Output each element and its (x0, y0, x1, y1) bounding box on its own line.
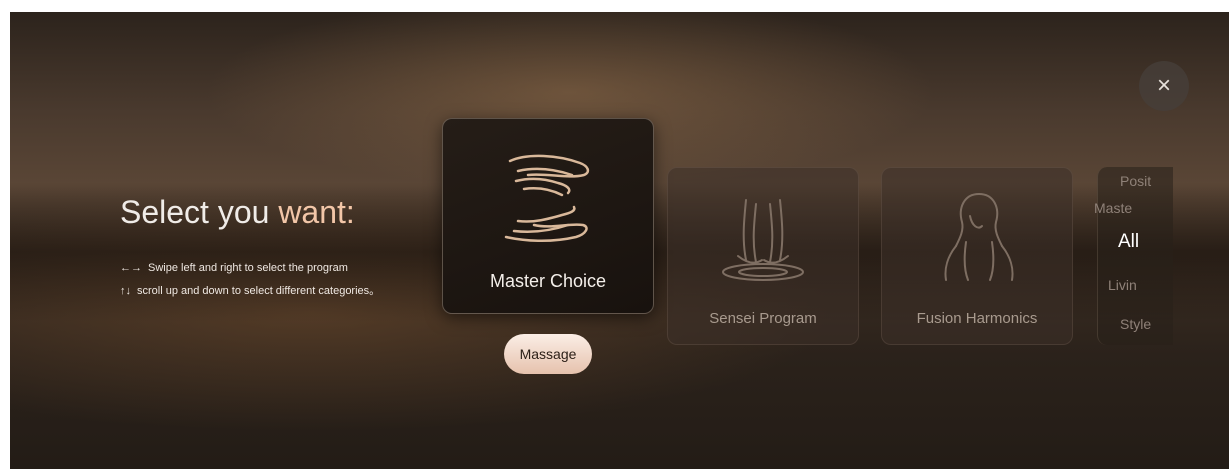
close-button[interactable]: × (1139, 61, 1189, 111)
woman-silhouette-icon (944, 193, 1014, 281)
card-label: Master Choice (489, 271, 607, 291)
up-down-arrows-icon: ↑↓ (120, 285, 131, 297)
hint-swipe-text: Swipe left and right to select the progr… (148, 262, 348, 274)
picker-item-posit[interactable]: Posit (1120, 173, 1151, 189)
background-scene: × Select you want: ←→ Swipe left and righ… (10, 12, 1229, 469)
picker-item-maste[interactable]: Maste (1094, 200, 1132, 216)
hands-icon (504, 154, 590, 243)
program-card-sensei-program[interactable]: Sensei Program (667, 167, 859, 345)
hint-swipe: ←→ Swipe left and right to select the pro… (120, 262, 348, 274)
feet-water-icon (722, 199, 804, 281)
close-icon: × (1156, 72, 1171, 99)
program-card-fusion-harmonics[interactable]: Fusion Harmonics (881, 167, 1073, 345)
title-main: Select you (120, 194, 279, 230)
card-label: Sensei Program (709, 310, 817, 327)
hint-scroll: ↑↓ scroll up and down to select different… (120, 282, 380, 298)
title-accent: want (278, 194, 346, 230)
picker-item-livin[interactable]: Livin (1108, 277, 1137, 293)
category-picker[interactable]: Posit Maste All Livin Style (1094, 167, 1173, 345)
page-title: Select you want: (120, 194, 355, 231)
picker-item-style[interactable]: Style (1120, 316, 1151, 332)
left-right-arrows-icon: ←→ (120, 262, 142, 274)
card-label: Fusion Harmonics (916, 310, 1038, 327)
category-chip-massage[interactable]: Massage (504, 334, 592, 374)
title-colon: : (345, 194, 355, 230)
picker-item-all[interactable]: All (1118, 231, 1139, 253)
hint-scroll-text: scroll up and down to select different c… (137, 285, 381, 297)
program-card-master-choice[interactable]: Master Choice (442, 118, 654, 314)
